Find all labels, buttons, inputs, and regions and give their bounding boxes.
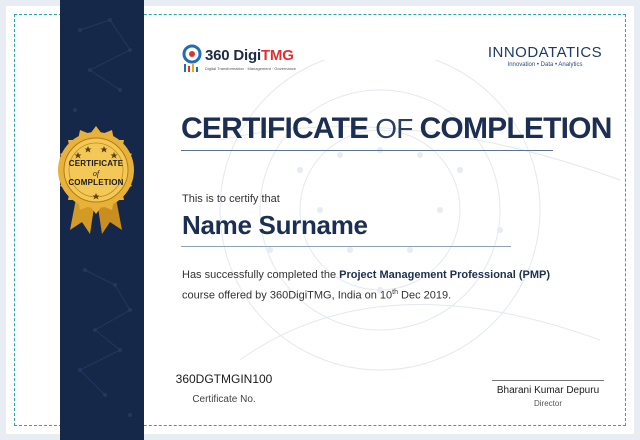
360digitmg-tagline: Digital Transformation · Management · Go… (205, 66, 297, 71)
signature-line (492, 380, 604, 381)
seal-line-certificate: CERTIFICATE (68, 159, 124, 168)
recipient-name: Name Surname (182, 210, 368, 240)
innodatatics-tagline: Innovation • Data • Analytics (507, 62, 583, 68)
seal-line-completion: COMPLETION (68, 178, 124, 187)
name-divider (181, 246, 511, 247)
title-divider (181, 150, 553, 151)
certificate-title: CERTIFICATE OF COMPLETION (181, 112, 612, 145)
logo-innodatatics: INNODATATICS Innovation • Data • Analyti… (480, 44, 610, 80)
signatory-title: Director (533, 399, 562, 408)
certificate-number-label: Certificate No. (192, 394, 256, 405)
logo-360digitmg: 360 DigiTMG Digital Transformation · Man… (181, 44, 301, 80)
course-name: Project Management Professional (PMP) (339, 269, 551, 281)
certificate-page: CERTIFICATE of COMPLETION 360 DigiTMG Di… (0, 0, 640, 440)
360digitmg-wordmark: 360 DigiTMG (205, 47, 294, 64)
certify-line: This is to certify that (182, 193, 280, 205)
certificate-number: 360DGTMGIN100 (175, 372, 273, 386)
360digitmg-logo-icon (182, 44, 202, 72)
seal-line-of: of (92, 169, 100, 178)
signatory-name: Bharani Kumar Depuru (496, 385, 600, 396)
innodatatics-wordmark: INNODATATICS (487, 44, 603, 61)
completion-statement: Has successfully completed the Project M… (182, 269, 551, 302)
